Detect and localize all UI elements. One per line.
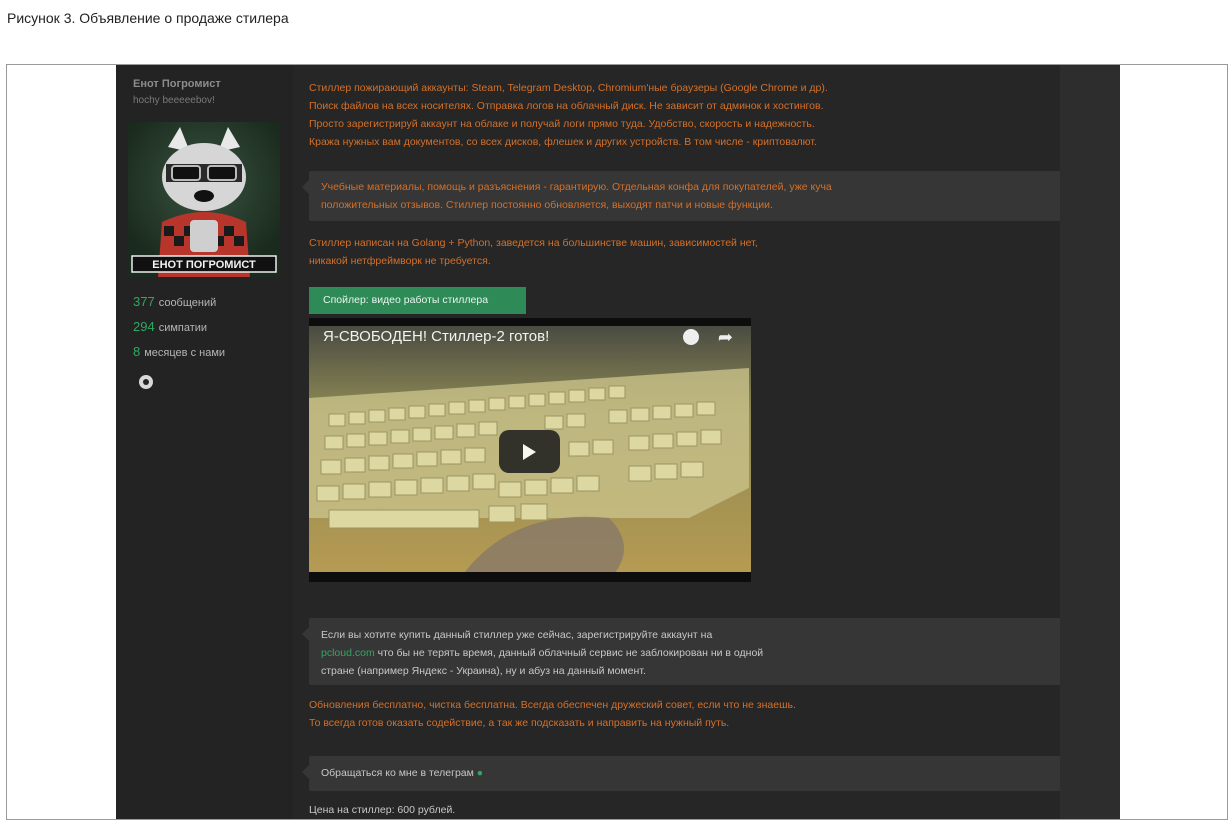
quote-support: Учебные материалы, помощь и разъяснения … [302,171,1064,221]
text-line: Стиллер пожирающий аккаунты: Steam, Tele… [309,82,828,94]
avatar-label: ЕНОТ ПОГРОМИСТ [152,259,256,271]
post-body: Стиллер пожирающий аккаунты: Steam, Tele… [293,65,1064,819]
share-icon[interactable]: ➦ [718,327,733,348]
stat-months-label: месяцев с нами [144,347,226,359]
text-segment: что бы не терять время, данный облачный … [374,647,764,659]
watch-later-icon[interactable] [683,329,699,345]
text-line: Просто зарегистрируй аккаунт на облаке и… [309,118,815,130]
paragraph-tech: Стиллер написан на Golang + Python, заве… [309,234,758,270]
right-column [1060,65,1120,819]
pcloud-link[interactable]: pcloud.com [321,647,375,659]
paragraph-features: Стиллер пожирающий аккаунты: Steam, Tele… [309,79,828,151]
stat-messages: 377 сообщений [133,294,216,309]
spoiler-button[interactable]: Спойлер: видео работы стиллера [309,287,526,314]
quote-purchase: Если вы хотите купить данный стиллер уже… [302,618,1064,685]
contact-text: Обращаться ко мне в телеграм [321,767,474,779]
text-line: Стиллер написан на Golang + Python, заве… [309,237,758,249]
quote-contact: Обращаться ко мне в телеграм ● [302,756,1064,791]
text-line: Обновления бесплатно, чистка бесплатна. … [309,699,796,711]
text-line: Кража нужных вам документов, со всех дис… [309,136,817,148]
user-sidebar: Енот Погромист hochy beeeeebov! ЕНОТ ПОГ… [116,65,293,819]
forum-post: Енот Погромист hochy beeeeebov! ЕНОТ ПОГ… [116,65,1120,819]
paragraph-updates: Обновления бесплатно, чистка бесплатна. … [309,696,796,732]
price-text: Цена на стиллер: 600 рублей. [309,804,456,816]
text-line: Если вы хотите купить данный стиллер уже… [321,629,713,641]
stat-likes-label: симпатии [158,322,208,334]
text-line: Учебные материалы, помощь и разъяснения … [321,181,832,193]
text-line: никакой нетфреймворк не требуется. [309,255,491,267]
stat-messages-label: сообщений [158,297,217,309]
text-line: То всегда готов оказать содействие, а та… [309,717,730,729]
video-player[interactable]: Я-СВОБОДЕН! Стиллер-2 готов! ➦ [309,318,751,582]
stat-months-count: 8 [133,344,141,359]
telegram-dot-icon: ● [476,767,484,779]
text-line: положительных отзывов. Стиллер постоянно… [321,199,773,211]
stat-likes-count: 294 [133,319,155,334]
play-button[interactable] [499,430,560,473]
text-line: pcloud.com что бы не терять время, данны… [321,644,1064,662]
stat-months: 8 месяцев с нами [133,344,225,359]
video-title[interactable]: Я-СВОБОДЕН! Стиллер-2 готов! [323,328,549,345]
text-line: стране (например Яндекс - Украина), ну и… [321,665,646,677]
avatar[interactable]: ЕНОТ ПОГРОМИСТ [128,122,280,277]
screenshot-frame: Енот Погромист hochy beeeeebov! ЕНОТ ПОГ… [6,64,1228,820]
stat-likes: 294 симпатии [133,319,207,334]
text-line: Поиск файлов на всех носителях. Отправка… [309,100,824,112]
username[interactable]: Енот Погромист [133,78,221,90]
figure-caption: Рисунок 3. Объявление о продаже стилера [7,10,289,26]
user-title: hochy beeeeebov! [133,95,215,106]
telegram-icon[interactable] [139,375,153,389]
stat-messages-count: 377 [133,294,155,309]
